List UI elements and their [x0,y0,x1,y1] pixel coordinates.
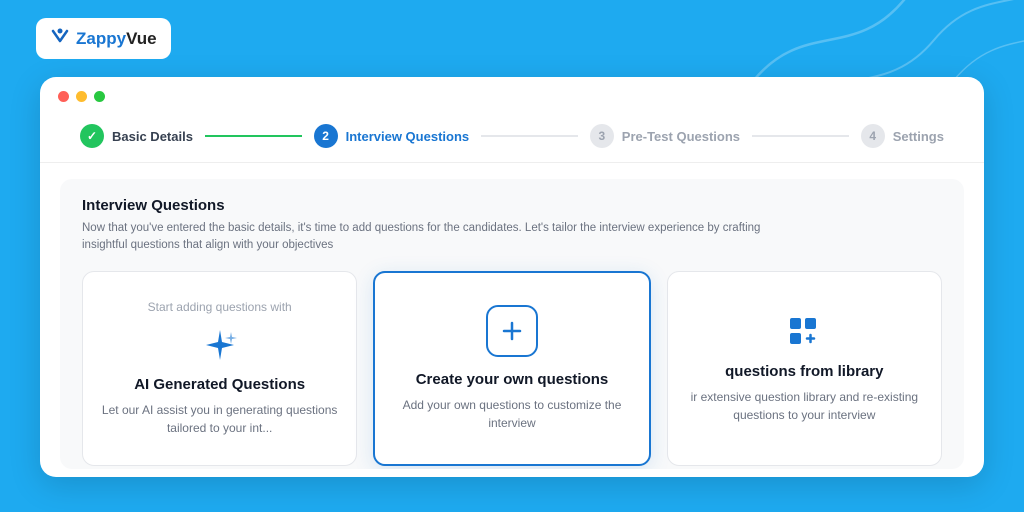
header: ZappyVue [0,0,1024,77]
step-interview-questions[interactable]: 2 Interview Questions [314,124,470,148]
chrome-dot-red [58,91,69,102]
window-chrome [40,77,984,112]
connector-1 [205,135,302,137]
connector-3 [752,135,849,137]
step-circle-1: ✓ [80,124,104,148]
grid-plus-icon [785,313,823,351]
plus-box-icon [486,305,538,357]
chrome-dot-yellow [76,91,87,102]
card-ai-desc: Let our AI assist you in generating ques… [99,401,340,437]
connector-2 [481,135,578,137]
step-basic-details[interactable]: ✓ Basic Details [80,124,193,148]
step-label-1: Basic Details [112,129,193,144]
card-library-title: questions from library [725,363,883,380]
content-description: Now that you've entered the basic detail… [82,220,802,255]
chrome-dot-green [94,91,105,102]
option-cards-row: Start adding questions with AI Generated… [82,271,942,466]
content-area: Interview Questions Now that you've ente… [60,179,964,469]
sparkle-icon [201,326,239,364]
step-circle-2: 2 [314,124,338,148]
step-label-2: Interview Questions [346,129,470,144]
logo: ZappyVue [36,18,171,59]
step-label-3: Pre-Test Questions [622,129,740,144]
step-label-4: Settings [893,129,944,144]
card-create-title: Create your own questions [416,371,609,388]
logo-text: ZappyVue [76,29,157,49]
card-ai-title: AI Generated Questions [134,376,305,393]
start-label: Start adding questions with [148,300,292,314]
card-library-desc: ir extensive question library and re-exi… [684,388,925,424]
step-settings[interactable]: 4 Settings [861,124,944,148]
card-from-library[interactable]: questions from library ir extensive ques… [667,271,942,466]
card-create-desc: Add your own questions to customize the … [391,396,632,432]
content-title: Interview Questions [82,197,942,214]
logo-icon [50,26,70,51]
step-circle-3: 3 [590,124,614,148]
stepper: ✓ Basic Details 2 Interview Questions 3 … [40,112,984,163]
step-circle-4: 4 [861,124,885,148]
step-pre-test-questions[interactable]: 3 Pre-Test Questions [590,124,740,148]
card-create-own[interactable]: Create your own questions Add your own q… [373,271,650,466]
card-ai-generated[interactable]: Start adding questions with AI Generated… [82,271,357,466]
main-card: ✓ Basic Details 2 Interview Questions 3 … [40,77,984,477]
